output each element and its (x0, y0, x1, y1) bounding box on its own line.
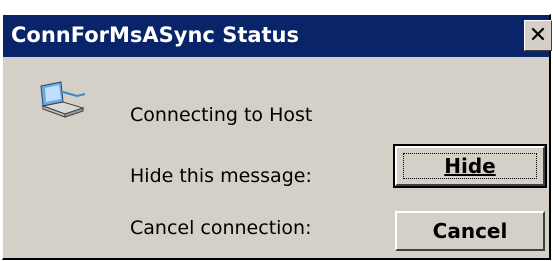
close-icon: ✕ (528, 22, 548, 48)
status-message: Connecting to Host (130, 104, 313, 126)
cancel-button-label: Cancel (432, 219, 508, 243)
status-dialog: ConnForMsASync Status ✕ Connecting to Ho… (2, 14, 552, 260)
cancel-connection-label: Cancel connection: (130, 217, 312, 239)
cancel-button[interactable]: Cancel (395, 211, 545, 251)
hide-message-label: Hide this message: (130, 165, 312, 187)
window-title: ConnForMsASync Status (11, 23, 300, 47)
close-button[interactable]: ✕ (524, 20, 552, 51)
background-strip (0, 0, 553, 14)
hide-button[interactable]: Hide (393, 144, 547, 188)
focus-ring (403, 153, 537, 179)
title-bar[interactable]: ConnForMsASync Status ✕ (3, 15, 552, 57)
network-connection-icon (37, 78, 89, 120)
